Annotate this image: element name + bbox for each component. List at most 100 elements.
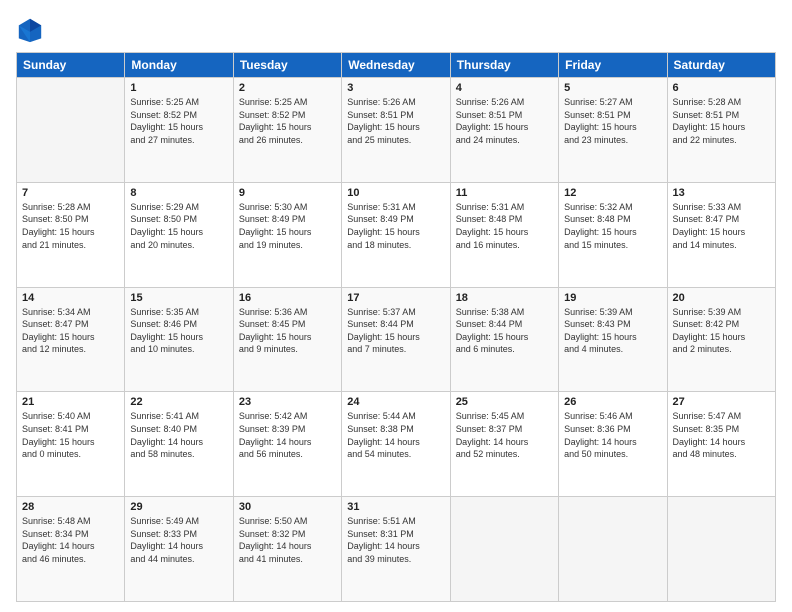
header-cell-tuesday: Tuesday [233, 53, 341, 78]
day-info: Sunrise: 5:31 AM Sunset: 8:48 PM Dayligh… [456, 201, 553, 251]
day-info: Sunrise: 5:31 AM Sunset: 8:49 PM Dayligh… [347, 201, 444, 251]
day-info: Sunrise: 5:32 AM Sunset: 8:48 PM Dayligh… [564, 201, 661, 251]
day-cell: 7 Sunrise: 5:28 AM Sunset: 8:50 PM Daylig… [17, 182, 125, 287]
day-number: 14 [22, 292, 119, 304]
header-cell-wednesday: Wednesday [342, 53, 450, 78]
day-number: 13 [673, 187, 770, 199]
day-info: Sunrise: 5:37 AM Sunset: 8:44 PM Dayligh… [347, 306, 444, 356]
day-cell: 3 Sunrise: 5:26 AM Sunset: 8:51 PM Daylig… [342, 78, 450, 183]
day-info: Sunrise: 5:35 AM Sunset: 8:46 PM Dayligh… [130, 306, 227, 356]
day-info: Sunrise: 5:42 AM Sunset: 8:39 PM Dayligh… [239, 410, 336, 460]
day-cell: 15Sunrise: 5:35 AM Sunset: 8:46 PM Dayli… [125, 287, 233, 392]
day-info: Sunrise: 5:50 AM Sunset: 8:32 PM Dayligh… [239, 515, 336, 565]
day-number: 18 [456, 292, 553, 304]
day-info: Sunrise: 5:48 AM Sunset: 8:34 PM Dayligh… [22, 515, 119, 565]
day-number: 22 [130, 396, 227, 408]
day-cell: 21 Sunrise: 5:40 AM Sunset: 8:41 PM Dayli… [17, 392, 125, 497]
day-number: 2 [239, 82, 336, 94]
day-cell: 4 Sunrise: 5:26 AM Sunset: 8:51 PM Daylig… [450, 78, 558, 183]
day-info: Sunrise: 5:26 AM Sunset: 8:51 PM Dayligh… [347, 96, 444, 146]
day-cell [559, 497, 667, 602]
day-info: Sunrise: 5:26 AM Sunset: 8:51 PM Dayligh… [456, 96, 553, 146]
day-info: Sunrise: 5:47 AM Sunset: 8:35 PM Dayligh… [673, 410, 770, 460]
day-cell: 11 Sunrise: 5:31 AM Sunset: 8:48 PM Dayli… [450, 182, 558, 287]
day-cell: 28 Sunrise: 5:48 AM Sunset: 8:34 PM Dayli… [17, 497, 125, 602]
day-number: 17 [347, 292, 444, 304]
day-info: Sunrise: 5:49 AM Sunset: 8:33 PM Dayligh… [130, 515, 227, 565]
day-number: 12 [564, 187, 661, 199]
day-cell: 2 Sunrise: 5:25 AM Sunset: 8:52 PM Daylig… [233, 78, 341, 183]
header-cell-thursday: Thursday [450, 53, 558, 78]
day-cell: 22 Sunrise: 5:41 AM Sunset: 8:40 PM Dayli… [125, 392, 233, 497]
day-info: Sunrise: 5:38 AM Sunset: 8:44 PM Dayligh… [456, 306, 553, 356]
day-number: 5 [564, 82, 661, 94]
day-cell: 10 Sunrise: 5:31 AM Sunset: 8:49 PM Dayli… [342, 182, 450, 287]
page: SundayMondayTuesdayWednesdayThursdayFrid… [0, 0, 792, 612]
day-cell: 26 Sunrise: 5:46 AM Sunset: 8:36 PM Dayli… [559, 392, 667, 497]
day-cell [450, 497, 558, 602]
day-number: 10 [347, 187, 444, 199]
day-cell: 19 Sunrise: 5:39 AM Sunset: 8:43 PM Dayli… [559, 287, 667, 392]
day-cell: 17 Sunrise: 5:37 AM Sunset: 8:44 PM Dayli… [342, 287, 450, 392]
day-info: Sunrise: 5:25 AM Sunset: 8:52 PM Dayligh… [239, 96, 336, 146]
day-number: 4 [456, 82, 553, 94]
day-info: Sunrise: 5:44 AM Sunset: 8:38 PM Dayligh… [347, 410, 444, 460]
logo [16, 16, 48, 44]
day-cell [17, 78, 125, 183]
day-info: Sunrise: 5:39 AM Sunset: 8:43 PM Dayligh… [564, 306, 661, 356]
day-number: 3 [347, 82, 444, 94]
day-cell: 5Sunrise: 5:27 AM Sunset: 8:51 PM Daylig… [559, 78, 667, 183]
day-number: 25 [456, 396, 553, 408]
day-info: Sunrise: 5:25 AM Sunset: 8:52 PM Dayligh… [130, 96, 227, 146]
header-row: SundayMondayTuesdayWednesdayThursdayFrid… [17, 53, 776, 78]
header-cell-sunday: Sunday [17, 53, 125, 78]
day-info: Sunrise: 5:34 AM Sunset: 8:47 PM Dayligh… [22, 306, 119, 356]
week-row: 21 Sunrise: 5:40 AM Sunset: 8:41 PM Dayli… [17, 392, 776, 497]
day-cell: 12 Sunrise: 5:32 AM Sunset: 8:48 PM Dayli… [559, 182, 667, 287]
day-info: Sunrise: 5:51 AM Sunset: 8:31 PM Dayligh… [347, 515, 444, 565]
day-number: 19 [564, 292, 661, 304]
day-number: 1 [130, 82, 227, 94]
day-number: 30 [239, 501, 336, 513]
day-info: Sunrise: 5:28 AM Sunset: 8:50 PM Dayligh… [22, 201, 119, 251]
calendar-table: SundayMondayTuesdayWednesdayThursdayFrid… [16, 52, 776, 602]
day-cell: 13 Sunrise: 5:33 AM Sunset: 8:47 PM Dayli… [667, 182, 775, 287]
day-cell: 6 Sunrise: 5:28 AM Sunset: 8:51 PM Daylig… [667, 78, 775, 183]
day-number: 26 [564, 396, 661, 408]
day-info: Sunrise: 5:40 AM Sunset: 8:41 PM Dayligh… [22, 410, 119, 460]
day-number: 23 [239, 396, 336, 408]
day-cell: 18 Sunrise: 5:38 AM Sunset: 8:44 PM Dayli… [450, 287, 558, 392]
day-number: 20 [673, 292, 770, 304]
day-number: 31 [347, 501, 444, 513]
day-number: 7 [22, 187, 119, 199]
day-info: Sunrise: 5:30 AM Sunset: 8:49 PM Dayligh… [239, 201, 336, 251]
day-cell: 1 Sunrise: 5:25 AM Sunset: 8:52 PM Daylig… [125, 78, 233, 183]
day-number: 27 [673, 396, 770, 408]
day-number: 11 [456, 187, 553, 199]
day-cell [667, 497, 775, 602]
day-number: 29 [130, 501, 227, 513]
day-number: 6 [673, 82, 770, 94]
header-cell-monday: Monday [125, 53, 233, 78]
day-info: Sunrise: 5:46 AM Sunset: 8:36 PM Dayligh… [564, 410, 661, 460]
day-info: Sunrise: 5:45 AM Sunset: 8:37 PM Dayligh… [456, 410, 553, 460]
logo-icon [16, 16, 44, 44]
day-number: 16 [239, 292, 336, 304]
week-row: 28 Sunrise: 5:48 AM Sunset: 8:34 PM Dayli… [17, 497, 776, 602]
header [16, 16, 776, 44]
day-number: 28 [22, 501, 119, 513]
day-number: 8 [130, 187, 227, 199]
day-cell: 29 Sunrise: 5:49 AM Sunset: 8:33 PM Dayli… [125, 497, 233, 602]
day-info: Sunrise: 5:33 AM Sunset: 8:47 PM Dayligh… [673, 201, 770, 251]
day-cell: 8 Sunrise: 5:29 AM Sunset: 8:50 PM Daylig… [125, 182, 233, 287]
calendar-header: SundayMondayTuesdayWednesdayThursdayFrid… [17, 53, 776, 78]
day-number: 21 [22, 396, 119, 408]
day-cell: 24 Sunrise: 5:44 AM Sunset: 8:38 PM Dayli… [342, 392, 450, 497]
day-info: Sunrise: 5:28 AM Sunset: 8:51 PM Dayligh… [673, 96, 770, 146]
day-cell: 20Sunrise: 5:39 AM Sunset: 8:42 PM Dayli… [667, 287, 775, 392]
calendar: SundayMondayTuesdayWednesdayThursdayFrid… [16, 52, 776, 602]
day-info: Sunrise: 5:41 AM Sunset: 8:40 PM Dayligh… [130, 410, 227, 460]
day-number: 9 [239, 187, 336, 199]
day-number: 24 [347, 396, 444, 408]
day-info: Sunrise: 5:29 AM Sunset: 8:50 PM Dayligh… [130, 201, 227, 251]
